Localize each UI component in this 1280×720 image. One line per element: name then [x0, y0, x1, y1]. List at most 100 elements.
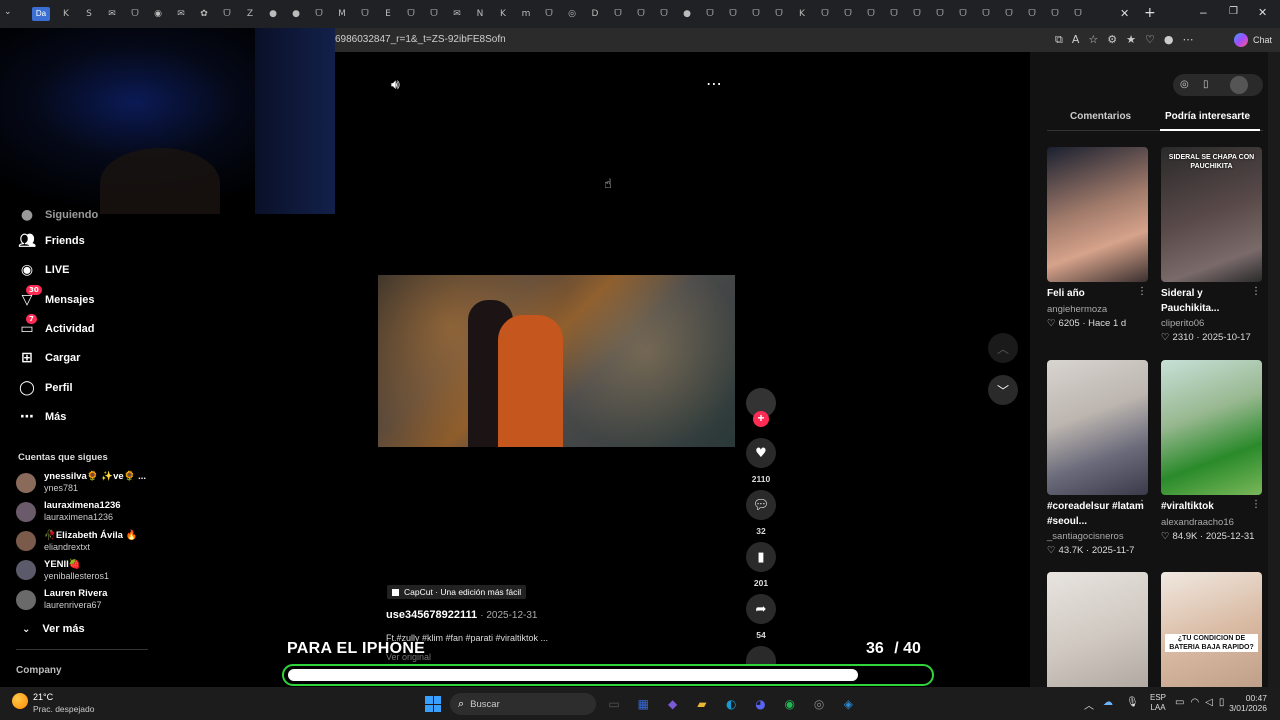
- like-button[interactable]: ♥: [746, 438, 776, 468]
- video-frame[interactable]: [378, 275, 735, 447]
- share-button[interactable]: ➦: [746, 594, 776, 624]
- settings-more-icon[interactable]: ⋯: [1183, 33, 1194, 47]
- next-video-button[interactable]: ﹀: [988, 375, 1018, 405]
- browser-tab[interactable]: ᗜ: [748, 6, 764, 22]
- browser-tab[interactable]: ᗜ: [840, 6, 856, 22]
- store-icon[interactable]: ▦: [633, 694, 653, 714]
- video-thumbnail[interactable]: [1161, 360, 1262, 495]
- close-window-icon[interactable]: ✕: [1258, 6, 1267, 19]
- browser-tab[interactable]: ᗜ: [219, 6, 235, 22]
- followed-account[interactable]: ynessilva🌻 ✨ve🌻 ... ynes781: [16, 471, 146, 494]
- sidebar-item-mensajes[interactable]: ▽ 30 Mensajes: [18, 284, 95, 312]
- copilot-icon[interactable]: [1234, 33, 1248, 47]
- browser-tab[interactable]: ᗜ: [978, 6, 994, 22]
- profile-tab[interactable]: Da: [32, 7, 50, 21]
- task-view-icon[interactable]: ▭: [604, 694, 624, 714]
- more-options-icon[interactable]: ⋮: [1251, 286, 1261, 297]
- new-tab-icon[interactable]: +: [1144, 5, 1156, 21]
- browser-tab[interactable]: ᗜ: [932, 6, 948, 22]
- tab-menu-icon[interactable]: ⌄: [4, 7, 18, 21]
- volume-icon[interactable]: 🔊︎: [391, 77, 400, 93]
- comment-button[interactable]: 💬︎: [746, 490, 776, 520]
- sidebar-item-m-s[interactable]: ⋯ Más: [18, 405, 66, 429]
- sidebar-item-perfil[interactable]: ◯ Perfil: [18, 376, 72, 400]
- health-icon[interactable]: ♡: [1145, 33, 1155, 47]
- extensions-icon[interactable]: ⚙: [1107, 33, 1117, 47]
- video-title[interactable]: #coreadelsur #latam #seoul...: [1047, 499, 1148, 529]
- video-author[interactable]: alexandraacho16: [1161, 517, 1234, 528]
- capcut-badge[interactable]: CapCut · Una edición más fácil: [387, 585, 527, 599]
- browser-tab[interactable]: ◎: [564, 6, 580, 22]
- browser-tab[interactable]: ᗜ: [771, 6, 787, 22]
- file-explorer-icon[interactable]: ▰: [692, 694, 712, 714]
- browser-tab[interactable]: ᗜ: [863, 6, 879, 22]
- browser-tab[interactable]: ᗜ: [403, 6, 419, 22]
- weather-icon[interactable]: [12, 693, 28, 709]
- browser-tab[interactable]: Z: [242, 6, 258, 22]
- more-options-icon[interactable]: ⋮: [1137, 286, 1147, 297]
- browser-tab[interactable]: ᗜ: [886, 6, 902, 22]
- browser-tab[interactable]: S: [81, 6, 97, 22]
- sidebar-item-following[interactable]: ● Siguiendo: [18, 203, 98, 227]
- language-indicator[interactable]: ESP LAA: [1150, 693, 1166, 713]
- browser-tab[interactable]: ᗜ: [426, 6, 442, 22]
- sidebar-item-friends[interactable]: 👥︎ Friends: [18, 229, 85, 253]
- sidebar-item-actividad[interactable]: ▭ 7 Actividad: [18, 313, 95, 341]
- favorites-icon[interactable]: ★: [1126, 33, 1136, 47]
- more-options-icon[interactable]: ⋯: [706, 74, 722, 93]
- browser-tab[interactable]: ✉: [173, 6, 189, 22]
- followed-account[interactable]: YENII🍓 yeniballesteros1: [16, 559, 109, 582]
- chat-button[interactable]: Chat: [1253, 35, 1272, 45]
- browser-tab[interactable]: m: [518, 6, 534, 22]
- edge-icon[interactable]: ◐: [721, 694, 741, 714]
- browser-tab[interactable]: K: [794, 6, 810, 22]
- browser-tab[interactable]: ✿: [196, 6, 212, 22]
- browser-tab[interactable]: ᗜ: [357, 6, 373, 22]
- system-tray[interactable]: ▭ ◠ ◁ ▯: [1175, 697, 1224, 708]
- restore-icon[interactable]: ❐: [1229, 6, 1238, 17]
- browser-tab[interactable]: ᗜ: [610, 6, 626, 22]
- browser-tab[interactable]: K: [495, 6, 511, 22]
- music-disc[interactable]: [746, 646, 776, 666]
- translate-icon[interactable]: A: [1072, 33, 1080, 47]
- browser-tab[interactable]: ᗜ: [656, 6, 672, 22]
- browser-tab[interactable]: ᗜ: [702, 6, 718, 22]
- video-author[interactable]: cliperito06: [1161, 318, 1204, 329]
- scrollbar[interactable]: [1268, 52, 1280, 687]
- browser-tab[interactable]: M: [334, 6, 350, 22]
- save-button[interactable]: ▮: [746, 542, 776, 572]
- more-options-icon[interactable]: ⋮: [1137, 499, 1147, 510]
- browser-tab[interactable]: ✉: [104, 6, 120, 22]
- clock[interactable]: 00:47 3/01/2026: [1219, 693, 1267, 713]
- followed-account[interactable]: 🥀Elizabeth Ávila 🔥 eliandrextxt: [16, 530, 137, 553]
- browser-tab[interactable]: D: [587, 6, 603, 22]
- browser-tab[interactable]: ᗜ: [1070, 6, 1086, 22]
- browser-tab[interactable]: ◉: [150, 6, 166, 22]
- author-name[interactable]: use345678922111: [386, 609, 477, 621]
- close-tab-icon[interactable]: ✕: [1120, 7, 1129, 20]
- previous-video-button[interactable]: ︿: [988, 333, 1018, 363]
- paint-icon[interactable]: ◈: [838, 694, 858, 714]
- browser-tab[interactable]: ᗜ: [633, 6, 649, 22]
- video-title[interactable]: Sideral y Pauchikita...: [1161, 286, 1262, 316]
- temperature[interactable]: 21°C: [33, 692, 53, 702]
- sidebar-item-live[interactable]: ◉ LIVE: [18, 258, 70, 282]
- followed-account[interactable]: Lauren Rivera laurenrivera67: [16, 588, 107, 611]
- open-app-icon[interactable]: ⧉: [1055, 33, 1063, 47]
- device-icon[interactable]: ▯: [1203, 79, 1209, 90]
- copilot-icon[interactable]: ◆: [663, 694, 683, 714]
- sidebar-item-cargar[interactable]: ⊞ Cargar: [18, 346, 80, 370]
- followed-account[interactable]: lauraximena1236 lauraximena1236: [16, 500, 121, 523]
- user-avatar[interactable]: [1230, 76, 1248, 94]
- browser-tab[interactable]: K: [58, 6, 74, 22]
- browser-tab[interactable]: ᗜ: [1024, 6, 1040, 22]
- browser-tab[interactable]: N: [472, 6, 488, 22]
- see-more-button[interactable]: ⌄ Ver más: [22, 623, 85, 635]
- weather-text[interactable]: Prac. despejado: [33, 704, 94, 714]
- microphone-icon[interactable]: 🎙︎: [1126, 697, 1139, 708]
- discord-icon[interactable]: ◕: [751, 694, 771, 714]
- favorite-icon[interactable]: ☆: [1088, 33, 1098, 47]
- company-link[interactable]: Company: [16, 665, 62, 676]
- tab-comments[interactable]: Comentarios: [1070, 111, 1131, 122]
- video-author[interactable]: angiehermoza: [1047, 304, 1107, 315]
